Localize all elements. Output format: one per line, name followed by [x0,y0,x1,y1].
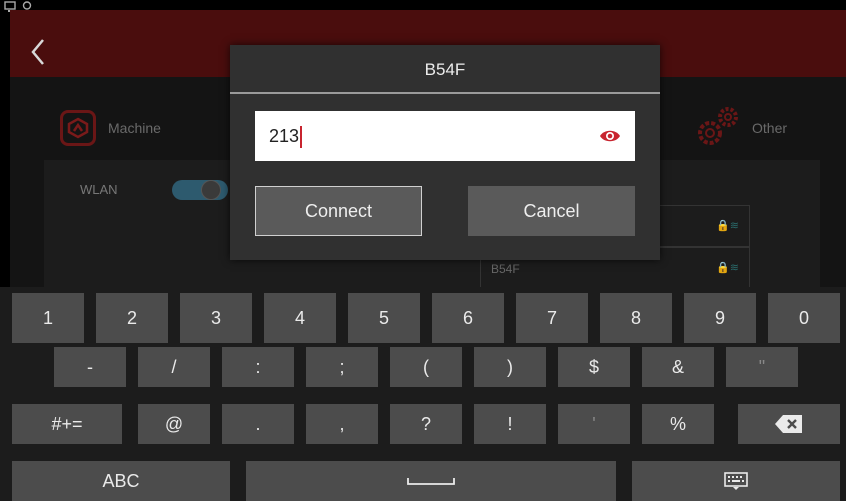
category-label: Other [752,120,788,136]
key-4[interactable]: 4 [264,293,336,343]
key-period[interactable]: . [222,404,294,444]
space-icon [407,478,455,485]
text-caret [300,126,303,149]
wlan-label: WLAN [80,182,118,197]
key-close-paren[interactable]: ) [474,347,546,387]
key-semicolon[interactable]: ; [306,347,378,387]
network-name: B54F [491,262,520,276]
gears-icon [692,105,742,152]
divider [230,92,660,94]
key-abc[interactable]: ABC [12,461,230,501]
key-hide-keyboard[interactable] [632,461,840,501]
key-colon[interactable]: : [222,347,294,387]
connect-button[interactable]: Connect [255,186,422,236]
password-input[interactable]: 213 [255,111,635,161]
status-strip [0,0,846,13]
category-label: Machine [108,120,161,136]
on-screen-keyboard: 1 2 3 4 5 6 7 8 9 0 - / : ; ( ) $ & " #+… [0,287,846,501]
key-3[interactable]: 3 [180,293,252,343]
eye-icon[interactable] [599,128,621,144]
backspace-icon [775,415,802,433]
key-6[interactable]: 6 [432,293,504,343]
key-symbols-toggle[interactable]: #+= [12,404,122,444]
category-machine[interactable]: Machine [60,106,161,150]
key-9[interactable]: 9 [684,293,756,343]
wlan-toggle[interactable] [172,180,228,200]
key-quote[interactable]: " [726,347,798,387]
key-dollar[interactable]: $ [558,347,630,387]
key-ampersand[interactable]: & [642,347,714,387]
key-apostrophe[interactable]: ' [558,404,630,444]
key-comma[interactable]: , [306,404,378,444]
key-space[interactable] [246,461,616,501]
wifi-password-dialog: B54F 213 Connect Cancel [230,45,660,260]
key-exclamation[interactable]: ! [474,404,546,444]
key-8[interactable]: 8 [600,293,672,343]
key-0[interactable]: 0 [768,293,840,343]
chevron-left-icon [31,39,44,65]
back-button[interactable] [30,38,46,72]
password-value: 213 [269,126,303,149]
key-7[interactable]: 7 [516,293,588,343]
key-at[interactable]: @ [138,404,210,444]
dialog-title: B54F [424,60,466,79]
toggle-knob [202,181,220,199]
key-percent[interactable]: % [642,404,714,444]
key-slash[interactable]: / [138,347,210,387]
cancel-button[interactable]: Cancel [468,186,635,236]
key-2[interactable]: 2 [96,293,168,343]
key-question[interactable]: ? [390,404,462,444]
category-other[interactable]: Other [692,106,787,150]
machine-icon [60,110,96,146]
key-1[interactable]: 1 [12,293,84,343]
lock-wifi-icon: 🔒≋ [716,220,739,232]
key-5[interactable]: 5 [348,293,420,343]
keyboard-icon [724,472,748,490]
key-open-paren[interactable]: ( [390,347,462,387]
key-backspace[interactable] [738,404,840,444]
lock-wifi-icon: 🔒≋ [716,262,739,274]
key-hyphen[interactable]: - [54,347,126,387]
